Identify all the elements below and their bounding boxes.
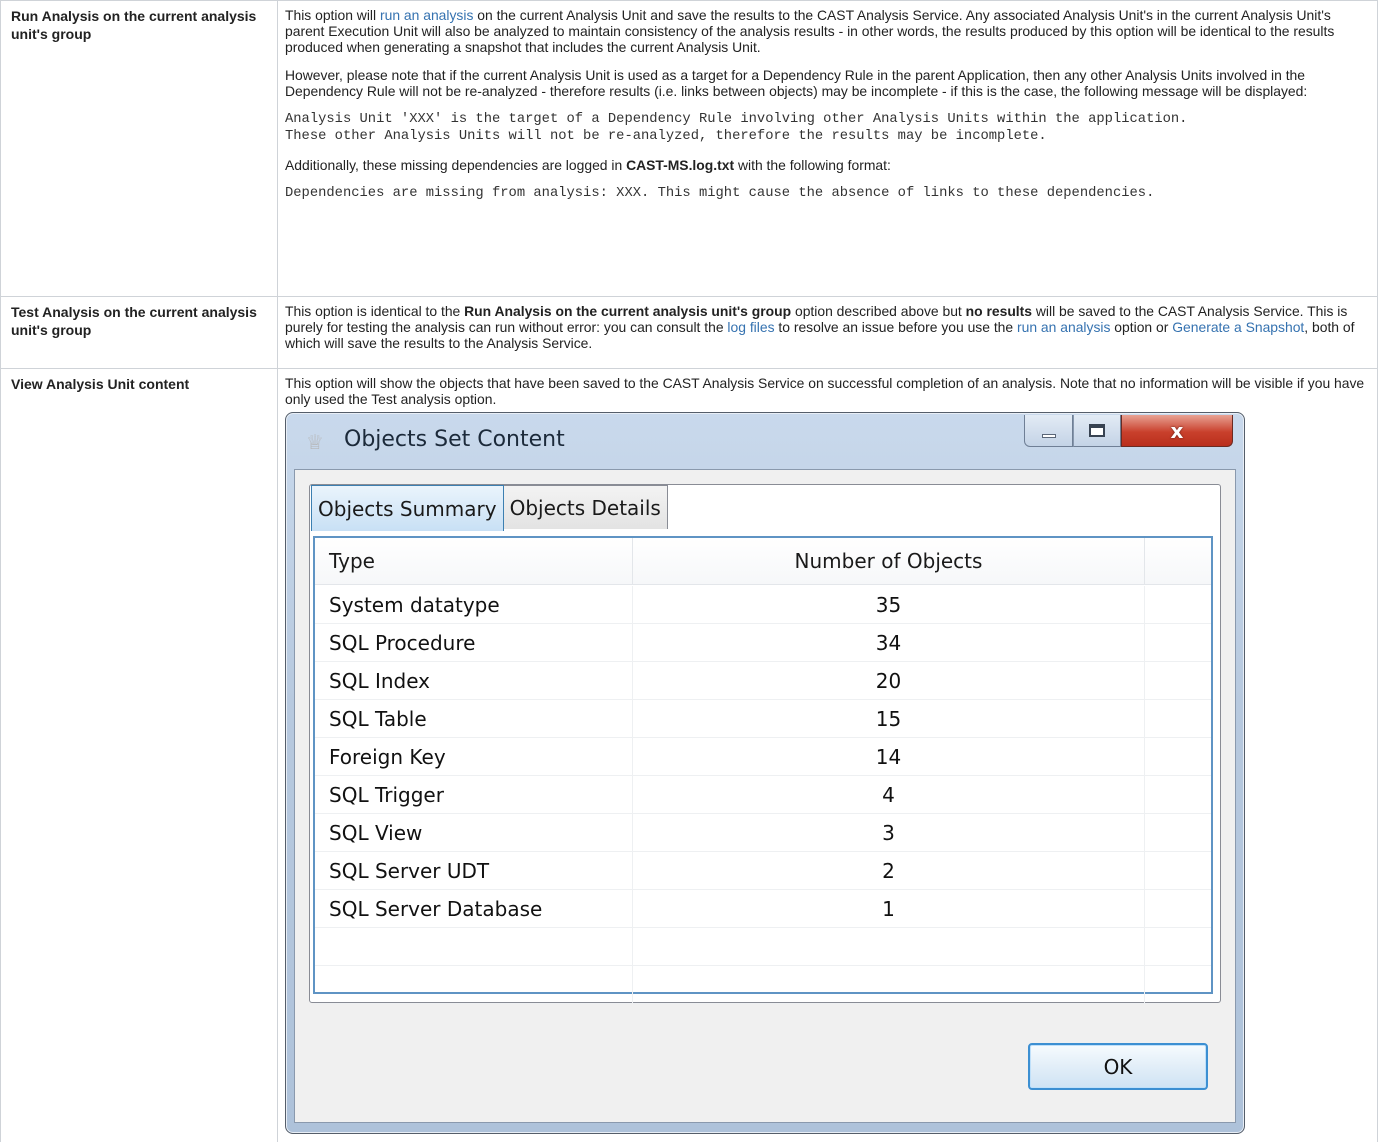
type-cell: SQL Trigger bbox=[315, 776, 633, 813]
count-cell bbox=[633, 966, 1145, 1003]
filler-cell bbox=[1145, 738, 1211, 775]
empty-row bbox=[315, 928, 1211, 966]
table-row[interactable]: SQL Index 20 bbox=[315, 662, 1211, 700]
table-row[interactable]: SQL Server Database 1 bbox=[315, 890, 1211, 928]
table-row[interactable]: SQL Table 15 bbox=[315, 700, 1211, 738]
ok-button[interactable]: OK bbox=[1028, 1043, 1208, 1090]
type-cell: SQL Server UDT bbox=[315, 852, 633, 889]
dialog-titlebar[interactable]: ♕ Objects Set Content x bbox=[286, 413, 1244, 469]
filler-cell bbox=[1145, 928, 1211, 965]
empty-row bbox=[315, 966, 1211, 1004]
count-cell: 34 bbox=[633, 624, 1145, 661]
close-icon: x bbox=[1170, 418, 1184, 443]
table-row: Run Analysis on the current analysis uni… bbox=[0, 0, 1378, 297]
filler-cell bbox=[1145, 852, 1211, 889]
column-header-filler bbox=[1145, 538, 1211, 584]
maximize-button[interactable] bbox=[1073, 415, 1121, 447]
description-paragraph: This option will show the objects that h… bbox=[285, 375, 1365, 407]
description-paragraph: This option will run an analysis on the … bbox=[285, 7, 1369, 55]
option-description: This option will run an analysis on the … bbox=[278, 1, 1378, 296]
app-icon: ♕ bbox=[306, 432, 324, 454]
objects-set-content-dialog: ♕ Objects Set Content x Objects Summary … bbox=[285, 412, 1245, 1134]
filler-cell bbox=[1145, 966, 1211, 1003]
text-span: Additionally, these missing dependencies… bbox=[285, 157, 627, 173]
run-an-analysis-link[interactable]: run an analysis bbox=[1017, 319, 1110, 335]
filler-cell bbox=[1145, 662, 1211, 699]
type-cell: SQL Table bbox=[315, 700, 633, 737]
tab-strip: Objects Summary Objects Details bbox=[311, 485, 668, 531]
dialog-title: Objects Set Content bbox=[344, 427, 565, 452]
count-cell: 1 bbox=[633, 890, 1145, 927]
filler-cell bbox=[1145, 776, 1211, 813]
run-an-analysis-link[interactable]: run an analysis bbox=[380, 7, 473, 23]
filler-cell bbox=[1145, 700, 1211, 737]
tab-objects-details[interactable]: Objects Details bbox=[503, 485, 668, 529]
count-cell: 20 bbox=[633, 662, 1145, 699]
close-button[interactable]: x bbox=[1121, 415, 1233, 447]
type-cell: Foreign Key bbox=[315, 738, 633, 775]
grid-body: System datatype 35 SQL Procedure 34 SQL In… bbox=[315, 586, 1211, 1004]
code-block: Analysis Unit 'XXX' is the target of a D… bbox=[285, 112, 1188, 144]
description-paragraph: However, please note that if the current… bbox=[285, 67, 1308, 99]
minimize-icon bbox=[1041, 433, 1056, 438]
filler-cell bbox=[1145, 586, 1211, 623]
objects-summary-grid[interactable]: Type Number of Objects System datatype 35… bbox=[313, 536, 1213, 1004]
option-description: This option is identical to the Run Anal… bbox=[278, 297, 1378, 368]
count-cell: 4 bbox=[633, 776, 1145, 813]
filler-cell bbox=[1145, 890, 1211, 927]
option-name: View Analysis Unit content bbox=[0, 369, 278, 1142]
dialog-client-area: Objects Summary Objects Details Type Num… bbox=[294, 469, 1236, 1123]
column-header-count[interactable]: Number of Objects bbox=[633, 538, 1145, 584]
text-span: option or bbox=[1110, 319, 1173, 335]
maximize-icon bbox=[1089, 424, 1105, 437]
generate-snapshot-link[interactable]: Generate a Snapshot bbox=[1172, 319, 1304, 335]
table-row[interactable]: SQL View 3 bbox=[315, 814, 1211, 852]
grid-header: Type Number of Objects bbox=[315, 538, 1211, 585]
type-cell: SQL Procedure bbox=[315, 624, 633, 661]
table-row: Test Analysis on the current analysis un… bbox=[0, 297, 1378, 369]
option-name: Run Analysis on the current analysis uni… bbox=[0, 1, 278, 296]
tab-objects-summary[interactable]: Objects Summary bbox=[311, 485, 504, 531]
table-row[interactable]: System datatype 35 bbox=[315, 586, 1211, 624]
type-cell: SQL Index bbox=[315, 662, 633, 699]
type-cell bbox=[315, 928, 633, 965]
filler-cell bbox=[1145, 624, 1211, 661]
type-cell: SQL View bbox=[315, 814, 633, 851]
option-name: Test Analysis on the current analysis un… bbox=[0, 297, 278, 368]
description-paragraph: Additionally, these missing dependencies… bbox=[285, 157, 1369, 173]
log-file-name: CAST-MS.log.txt bbox=[626, 157, 735, 173]
column-header-type[interactable]: Type bbox=[315, 538, 633, 584]
filler-cell bbox=[1145, 814, 1211, 851]
type-cell bbox=[315, 966, 633, 1003]
count-cell bbox=[633, 928, 1145, 965]
type-cell: SQL Server Database bbox=[315, 890, 633, 927]
count-cell: 35 bbox=[633, 586, 1145, 623]
table-row[interactable]: SQL Trigger 4 bbox=[315, 776, 1211, 814]
log-files-link[interactable]: log files bbox=[727, 319, 774, 335]
text-span: with the following format: bbox=[734, 157, 891, 173]
minimize-button[interactable] bbox=[1024, 415, 1073, 447]
bold-text: no results bbox=[965, 303, 1033, 319]
table-row[interactable]: Foreign Key 14 bbox=[315, 738, 1211, 776]
text-span: This option is identical to the bbox=[285, 303, 465, 319]
count-cell: 3 bbox=[633, 814, 1145, 851]
bold-text: Run Analysis on the current analysis uni… bbox=[464, 303, 792, 319]
table-row[interactable]: SQL Server UDT 2 bbox=[315, 852, 1211, 890]
table-row[interactable]: SQL Procedure 34 bbox=[315, 624, 1211, 662]
count-cell: 15 bbox=[633, 700, 1145, 737]
code-block: Dependencies are missing from analysis: … bbox=[285, 186, 1155, 201]
type-cell: System datatype bbox=[315, 586, 633, 623]
text-span: to resolve an issue before you use the bbox=[774, 319, 1017, 335]
text-span: This option will bbox=[285, 7, 380, 23]
count-cell: 2 bbox=[633, 852, 1145, 889]
text-span: option described above but bbox=[791, 303, 966, 319]
count-cell: 14 bbox=[633, 738, 1145, 775]
